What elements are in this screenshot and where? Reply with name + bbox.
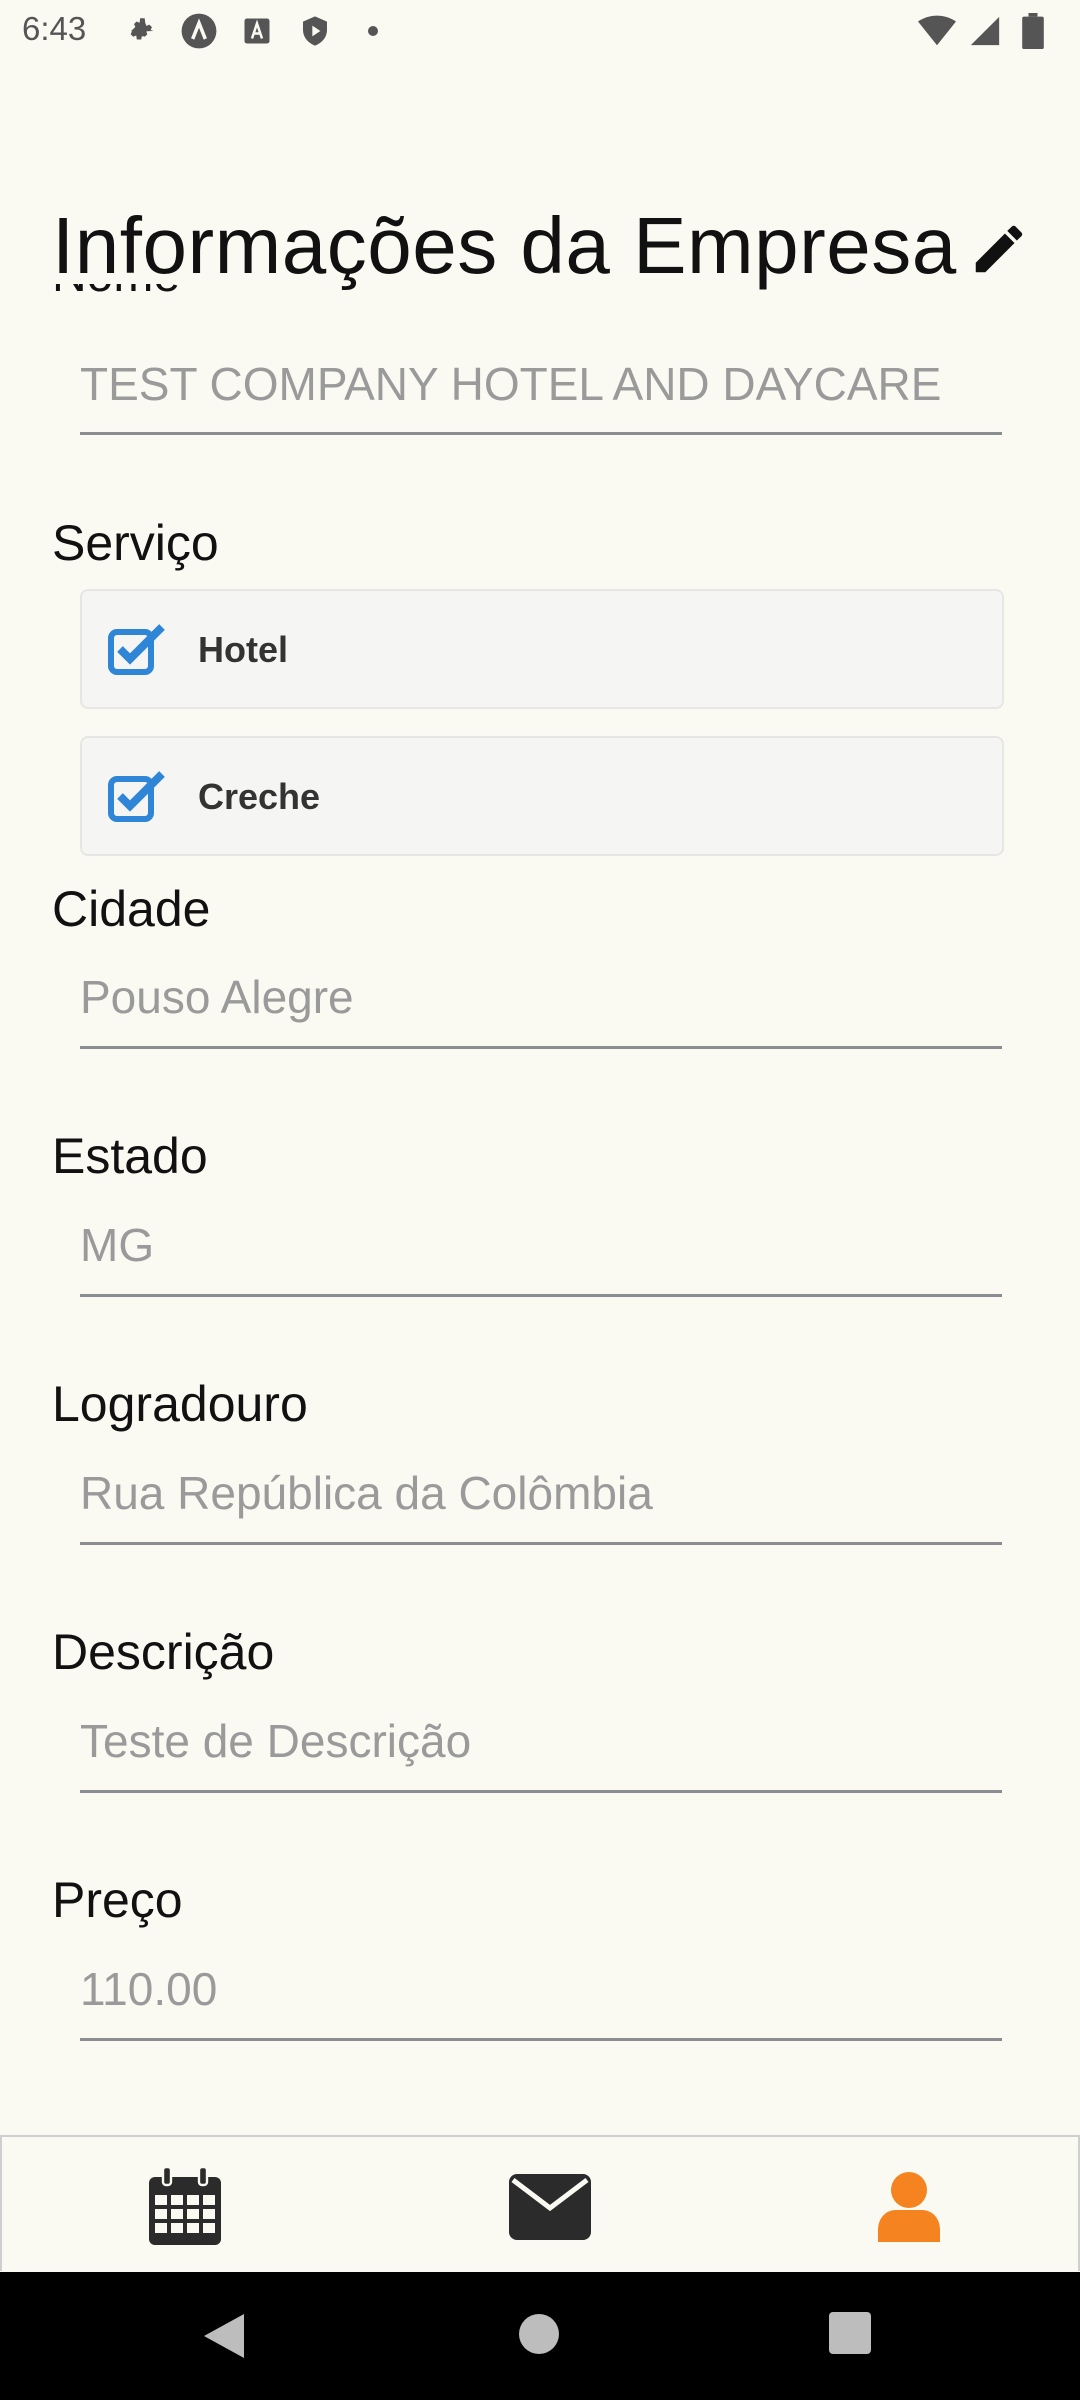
checkbox-checked-icon[interactable]	[108, 623, 166, 675]
back-icon[interactable]	[202, 2312, 252, 2362]
field-label-cidade: Cidade	[52, 881, 211, 937]
page-title: Informações da Empresa	[52, 201, 957, 290]
user-icon	[878, 2172, 940, 2242]
system-nav-bar	[0, 2272, 1080, 2400]
shield-icon	[296, 12, 334, 50]
descricao-input[interactable]: Teste de Descrição	[80, 1714, 471, 1768]
logradouro-input[interactable]: Rua República da Colômbia	[80, 1466, 653, 1520]
status-icons-right	[918, 12, 1052, 50]
nome-underline	[80, 432, 1002, 435]
home-icon[interactable]	[517, 2312, 567, 2362]
field-label-descricao: Descrição	[52, 1624, 275, 1680]
estado-underline	[80, 1294, 1002, 1297]
calendar-icon	[149, 2167, 221, 2245]
preco-input[interactable]: 110.00	[80, 1962, 217, 2016]
tab-calendar[interactable]	[140, 2167, 230, 2247]
cidade-underline	[80, 1046, 1002, 1049]
field-label-logradouro: Logradouro	[52, 1376, 308, 1432]
status-time: 6:43	[22, 10, 87, 47]
checkbox-hotel[interactable]: Hotel	[80, 589, 1004, 709]
settings-icon	[122, 12, 160, 50]
descricao-underline	[80, 1790, 1002, 1793]
field-label-preco: Preço	[52, 1872, 183, 1928]
a-square-icon	[238, 12, 276, 50]
checkbox-checked-icon[interactable]	[108, 770, 166, 822]
cidade-input[interactable]: Pouso Alegre	[80, 970, 354, 1024]
dot-icon	[354, 12, 392, 50]
tab-bar	[0, 2135, 1080, 2271]
status-icons-left	[122, 12, 392, 50]
field-label-servico: Serviço	[52, 515, 219, 571]
tab-messages[interactable]	[505, 2167, 595, 2247]
checkbox-label-hotel: Hotel	[198, 629, 288, 670]
field-label-estado: Estado	[52, 1128, 208, 1184]
signal-icon	[966, 12, 1004, 50]
tab-profile[interactable]	[864, 2167, 954, 2247]
preco-underline	[80, 2038, 1002, 2041]
status-bar: 6:43	[0, 0, 1080, 64]
estado-input[interactable]: MG	[80, 1218, 154, 1272]
logradouro-underline	[80, 1542, 1002, 1545]
wifi-icon	[918, 12, 956, 50]
battery-icon	[1014, 12, 1052, 50]
checkbox-creche[interactable]: Creche	[80, 736, 1004, 856]
envelope-icon	[509, 2174, 591, 2240]
pencil-icon[interactable]	[968, 218, 1030, 280]
recents-icon[interactable]	[829, 2312, 879, 2362]
nome-input[interactable]: TEST COMPANY HOTEL AND DAYCARE	[80, 357, 941, 411]
checkbox-label-creche: Creche	[198, 776, 321, 817]
a-circle-icon	[180, 12, 218, 50]
